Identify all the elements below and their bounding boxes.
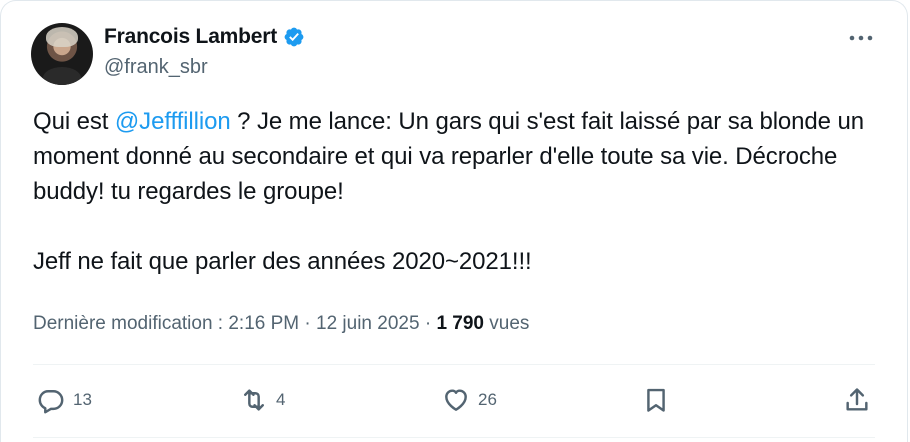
divider [33,364,875,365]
tweet-card: Francois Lambert @frank_sbr Qui est @Jef… [0,0,908,442]
like-button[interactable]: 26 [442,384,497,416]
more-icon[interactable] [847,31,875,45]
share-button[interactable] [843,384,871,416]
author-row: Francois Lambert [104,25,305,49]
author-handle[interactable]: @frank_sbr [104,56,208,79]
repost-button[interactable]: 4 [240,384,285,416]
reply-icon [38,390,64,414]
avatar[interactable] [31,23,93,85]
tweet-meta: Dernière modification : 2:16 PM · 12 jui… [33,313,529,335]
tweet-text-before-mention: Qui est [33,108,115,135]
like-count: 26 [478,390,497,409]
bottom-divider [33,437,875,438]
tweet-text: Qui est @Jefffillion ? Je me lance: Un g… [33,104,883,279]
repost-count: 4 [276,390,286,409]
views-count: 1 790 [436,313,484,334]
views-label: vues [483,313,530,334]
mention-link[interactable]: @Jefffillion [115,108,231,135]
bookmark-icon [647,388,665,412]
tweet-paragraph-1: Qui est @Jefffillion ? Je me lance: Un g… [33,104,883,209]
bookmark-button[interactable] [642,384,670,416]
reply-count: 13 [73,390,92,409]
repost-icon [244,389,264,411]
edited-timestamp[interactable]: Dernière modification : 2:16 PM · 12 jui… [33,313,436,335]
reply-button[interactable]: 13 [37,384,92,416]
share-icon [846,388,868,411]
like-icon [445,389,467,411]
verified-badge-icon [284,27,304,47]
tweet-paragraph-2: Jeff ne fait que parler des années 2020~… [33,248,532,275]
author-name[interactable]: Francois Lambert [104,25,277,49]
